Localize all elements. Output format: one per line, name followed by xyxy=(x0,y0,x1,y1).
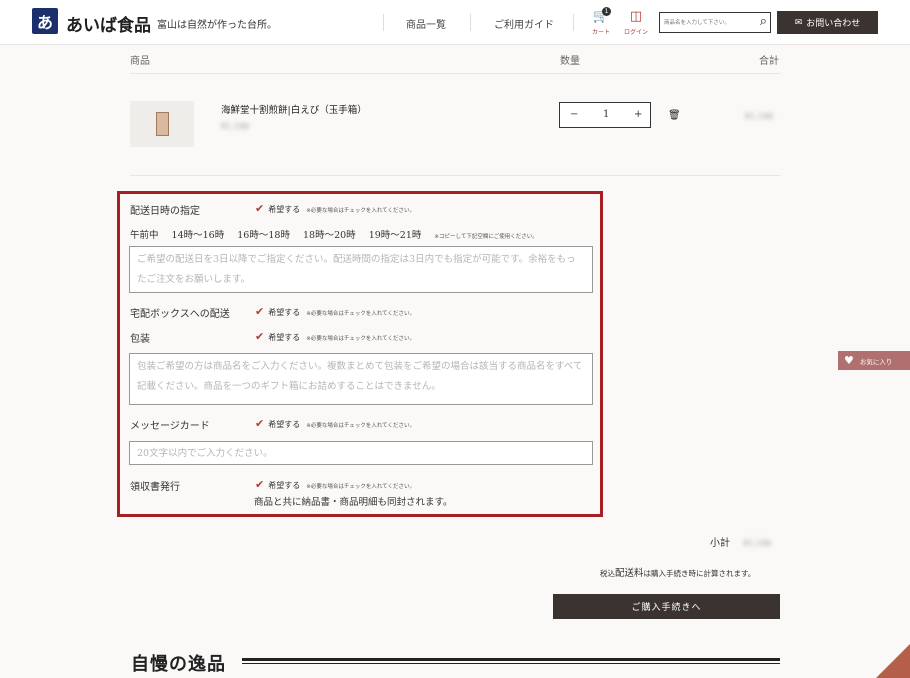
time-slot: 午前中 xyxy=(130,230,159,241)
product-unit-price: ¥1,188 xyxy=(221,122,249,131)
logo-text[interactable]: あいば食品 xyxy=(66,11,151,36)
receipt-checkbox[interactable]: ✔ 希望する ※必要な場合はチェックを入れてください。 xyxy=(255,478,415,491)
receipt-info-text: 商品と共に納品書・商品明細も同封されます。 xyxy=(254,497,453,508)
wrapping-checkbox[interactable]: ✔ 希望する ※必要な場合はチェックを入れてください。 xyxy=(255,330,415,343)
message-card-checkbox[interactable]: ✔ 希望する ※必要な場合はチェックを入れてください。 xyxy=(255,417,415,430)
delivery-box-label: 宅配ボックスへの配送 xyxy=(130,309,230,320)
table-divider xyxy=(130,73,780,74)
message-card-input[interactable] xyxy=(129,441,593,465)
checkbox-note: ※必要な場合はチェックを入れてください。 xyxy=(306,311,415,317)
wrapping-label: 包装 xyxy=(130,334,150,345)
checkbox-label: 希望する xyxy=(268,481,301,490)
favorites-label: お気に入り xyxy=(859,357,893,366)
nav-divider xyxy=(470,14,471,31)
delivery-date-textarea[interactable] xyxy=(129,246,593,293)
favorites-tab[interactable]: ♥ お気に入り xyxy=(838,351,910,370)
tagline: 富山は自然が作った台所。 xyxy=(157,20,277,31)
contact-button[interactable]: ✉ お問い合わせ xyxy=(777,11,878,34)
site-header: あ あいば食品 富山は自然が作った台所。 商品一覧 ご利用ガイド 🛒 1 カート… xyxy=(0,0,910,45)
delivery-box-checkbox[interactable]: ✔ 希望する ※必要な場合はチェックを入れてください。 xyxy=(255,305,415,318)
checkout-button[interactable]: ご購入手続きへ xyxy=(553,594,780,619)
col-header-product: 商品 xyxy=(130,56,150,67)
qty-increase-button[interactable]: + xyxy=(634,109,642,120)
section-rule xyxy=(242,658,780,661)
product-package-image xyxy=(155,112,169,136)
checkbox-note: ※必要な場合はチェックを入れてください。 xyxy=(306,423,415,429)
line-total: ¥1,188 xyxy=(745,112,773,121)
nav-guide-link[interactable]: ご利用ガイド xyxy=(494,16,554,31)
receipt-label: 領収書発行 xyxy=(130,482,180,493)
checkbox-note: ※必要な場合はチェックを入れてください。 xyxy=(306,336,415,342)
checkbox-label: 希望する xyxy=(268,308,301,317)
subtotal-row: 小計 ¥1,188 xyxy=(710,534,771,549)
search-input[interactable] xyxy=(664,16,752,29)
checkbox-label: 希望する xyxy=(268,205,301,214)
time-slot: 19時〜21時 xyxy=(368,230,422,241)
checkmark-icon: ✔ xyxy=(255,330,265,343)
qty-value[interactable]: 1 xyxy=(603,109,609,120)
delivery-time-slots: 午前中 14時〜16時 16時〜18時 18時〜20時 19時〜21時 ※コピー… xyxy=(130,227,548,241)
login-icon: ◫ xyxy=(629,9,643,24)
page-top-corner[interactable] xyxy=(876,644,910,678)
checkmark-icon: ✔ xyxy=(255,417,265,430)
section-title: 自慢の逸品 xyxy=(131,654,226,675)
subtotal-value: ¥1,188 xyxy=(743,539,772,548)
mail-icon: ✉ xyxy=(794,17,803,28)
checkmark-icon: ✔ xyxy=(255,478,265,491)
table-divider xyxy=(130,175,780,176)
time-slot: 18時〜20時 xyxy=(302,230,356,241)
search-icon[interactable]: ⌕ xyxy=(760,14,767,29)
product-name[interactable]: 海鮮堂十割煎餅|白えび（玉手箱） xyxy=(221,102,367,116)
heart-icon: ♥ xyxy=(844,354,854,367)
nav-products-link[interactable]: 商品一覧 xyxy=(406,16,446,31)
cart-button[interactable]: 🛒 1 カート xyxy=(588,7,614,39)
checkbox-label: 希望する xyxy=(268,333,301,342)
checkbox-note: ※必要な場合はチェックを入れてください。 xyxy=(306,208,415,214)
product-thumbnail[interactable] xyxy=(130,101,194,147)
checkmark-icon: ✔ xyxy=(255,305,265,318)
quantity-stepper: − 1 + xyxy=(559,102,651,128)
time-slot: 14時〜16時 xyxy=(171,230,225,241)
wrapping-textarea[interactable] xyxy=(129,353,593,405)
qty-decrease-button[interactable]: − xyxy=(570,109,578,120)
checkbox-label: 希望する xyxy=(268,420,301,429)
nav-divider xyxy=(573,14,574,31)
tax-prefix: 税込 xyxy=(600,569,615,578)
cart-label: カート xyxy=(591,29,610,36)
col-header-qty: 数量 xyxy=(560,56,580,67)
nav-divider xyxy=(383,14,384,31)
delivery-date-label: 配送日時の指定 xyxy=(130,206,200,217)
time-slots-note: ※コピーして下記空欄にご使用ください。 xyxy=(434,234,538,240)
delivery-date-checkbox[interactable]: ✔ 希望する ※必要な場合はチェックを入れてください。 xyxy=(255,202,415,215)
shipping-rest: は購入手続き時に計算されます。 xyxy=(643,569,756,578)
contact-label: お問い合わせ xyxy=(806,19,861,29)
message-card-label: メッセージカード xyxy=(130,421,210,432)
section-rule xyxy=(242,663,780,664)
subtotal-label: 小計 xyxy=(710,538,730,549)
checkmark-icon: ✔ xyxy=(255,202,265,215)
cart-count-badge: 1 xyxy=(602,7,611,16)
search-box: ⌕ xyxy=(659,12,771,33)
login-label: ログイン xyxy=(623,29,648,36)
time-slot: 16時〜18時 xyxy=(237,230,290,241)
login-button[interactable]: ◫ ログイン xyxy=(621,9,651,39)
checkbox-note: ※必要な場合はチェックを入れてください。 xyxy=(306,484,415,490)
trash-icon[interactable]: 🗑 xyxy=(668,110,681,121)
shipping-word: 配送料 xyxy=(615,568,644,579)
shipping-note: 税込配送料は購入手続き時に計算されます。 xyxy=(600,565,755,579)
col-header-total: 合計 xyxy=(759,56,779,67)
logo-icon[interactable]: あ xyxy=(32,8,58,34)
